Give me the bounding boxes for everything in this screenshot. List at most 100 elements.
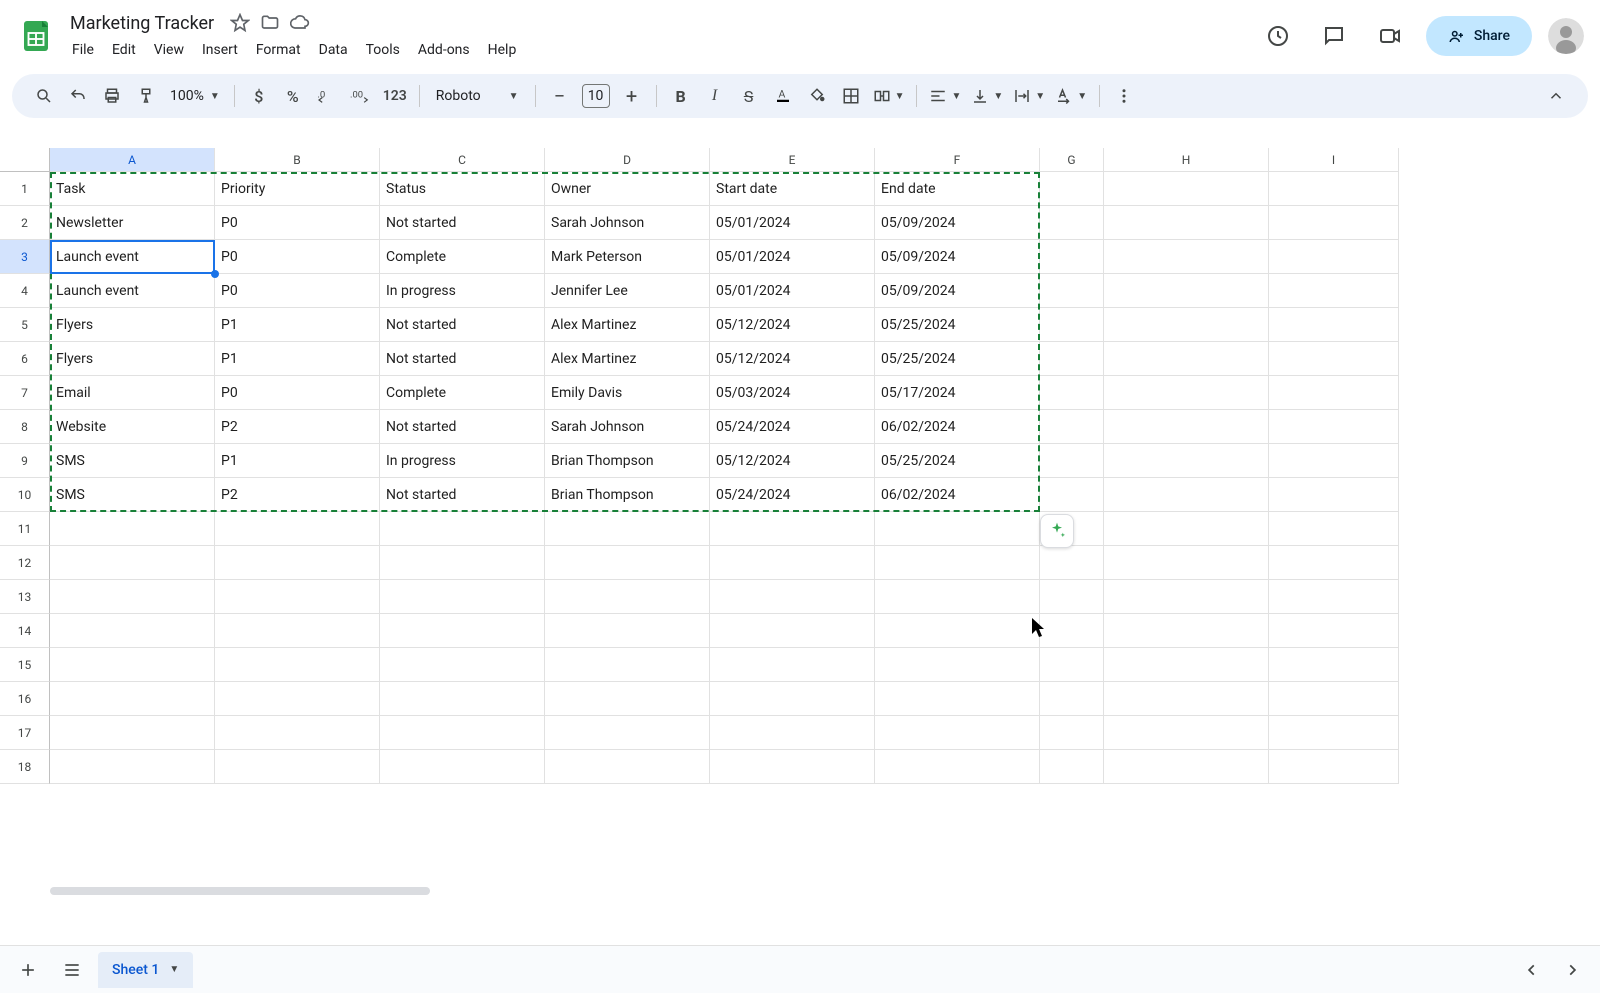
cell[interactable] (1269, 308, 1399, 342)
cell[interactable]: 05/01/2024 (710, 240, 875, 274)
cell[interactable]: SMS (50, 444, 215, 478)
cell[interactable]: Alex Martinez (545, 342, 710, 376)
cell[interactable]: Launch event (50, 240, 215, 274)
cell[interactable]: 05/17/2024 (875, 376, 1040, 410)
cell[interactable] (875, 648, 1040, 682)
sheet-tab-active[interactable]: Sheet 1 ▼ (98, 952, 193, 988)
cell[interactable] (50, 580, 215, 614)
row-header[interactable]: 6 (0, 342, 50, 376)
cell[interactable]: Not started (380, 478, 545, 512)
column-header[interactable]: D (545, 148, 710, 172)
row-header[interactable]: 11 (0, 512, 50, 546)
cell[interactable]: Email (50, 376, 215, 410)
cell[interactable] (1040, 444, 1104, 478)
cell[interactable] (1269, 342, 1399, 376)
cell[interactable] (1040, 240, 1104, 274)
cell[interactable]: 05/01/2024 (710, 274, 875, 308)
column-header[interactable]: B (215, 148, 380, 172)
currency-icon[interactable]: $ (243, 80, 275, 112)
cell[interactable] (1040, 648, 1104, 682)
row-header[interactable]: 10 (0, 478, 50, 512)
cell[interactable] (380, 580, 545, 614)
cell[interactable]: 06/02/2024 (875, 478, 1040, 512)
cell[interactable] (875, 614, 1040, 648)
cell[interactable]: SMS (50, 478, 215, 512)
cell[interactable] (1269, 648, 1399, 682)
cell[interactable]: Complete (380, 240, 545, 274)
borders-icon[interactable] (835, 80, 867, 112)
cell[interactable] (1040, 478, 1104, 512)
number-format-icon[interactable]: 123 (379, 80, 411, 112)
cell[interactable] (545, 580, 710, 614)
cell[interactable] (1104, 716, 1269, 750)
cell[interactable]: 05/25/2024 (875, 444, 1040, 478)
cell[interactable] (50, 716, 215, 750)
collapse-toolbar-icon[interactable] (1540, 80, 1572, 112)
cell[interactable] (50, 546, 215, 580)
meet-icon[interactable] (1370, 16, 1410, 56)
cell[interactable] (1104, 614, 1269, 648)
cell[interactable] (1040, 206, 1104, 240)
cell[interactable] (1040, 580, 1104, 614)
cell[interactable]: Task (50, 172, 215, 206)
column-header[interactable]: A (50, 148, 215, 172)
cell[interactable]: 06/02/2024 (875, 410, 1040, 444)
cell[interactable] (1269, 206, 1399, 240)
cell[interactable] (380, 750, 545, 784)
vertical-align-icon[interactable]: ▼ (967, 80, 1007, 112)
increase-font-icon[interactable]: + (616, 80, 648, 112)
cell[interactable] (1269, 512, 1399, 546)
cell[interactable] (380, 682, 545, 716)
cell[interactable] (1104, 580, 1269, 614)
cell[interactable]: Sarah Johnson (545, 410, 710, 444)
cell[interactable]: 05/12/2024 (710, 342, 875, 376)
undo-icon[interactable] (62, 80, 94, 112)
font-size-input[interactable]: 10 (582, 84, 610, 108)
cell[interactable] (215, 512, 380, 546)
row-header[interactable]: 7 (0, 376, 50, 410)
cell[interactable]: P0 (215, 376, 380, 410)
cell[interactable] (545, 682, 710, 716)
cell[interactable] (875, 750, 1040, 784)
cell[interactable] (710, 682, 875, 716)
horizontal-scrollbar[interactable] (50, 887, 1600, 897)
row-header[interactable]: 3 (0, 240, 50, 274)
row-header[interactable]: 16 (0, 682, 50, 716)
cell[interactable]: Emily Davis (545, 376, 710, 410)
cell[interactable]: 05/09/2024 (875, 274, 1040, 308)
cell[interactable] (1269, 580, 1399, 614)
menu-format[interactable]: Format (248, 38, 309, 62)
cell[interactable] (1269, 478, 1399, 512)
cell[interactable] (1040, 750, 1104, 784)
menu-edit[interactable]: Edit (104, 38, 144, 62)
cell[interactable] (1104, 682, 1269, 716)
cell[interactable] (1040, 274, 1104, 308)
cell[interactable] (215, 750, 380, 784)
cell[interactable] (1104, 648, 1269, 682)
cell[interactable] (1269, 172, 1399, 206)
cloud-saved-icon[interactable] (290, 13, 310, 33)
cell[interactable] (215, 716, 380, 750)
cell[interactable]: Flyers (50, 308, 215, 342)
cell[interactable] (1040, 342, 1104, 376)
merge-cells-icon[interactable]: ▼ (869, 80, 909, 112)
cell[interactable] (545, 546, 710, 580)
row-header[interactable]: 15 (0, 648, 50, 682)
cell[interactable] (215, 648, 380, 682)
cell[interactable]: P1 (215, 342, 380, 376)
cell[interactable] (710, 716, 875, 750)
folder-move-icon[interactable] (260, 13, 280, 33)
cell[interactable] (380, 546, 545, 580)
cell[interactable] (1269, 274, 1399, 308)
column-header[interactable]: E (710, 148, 875, 172)
scroll-sheets-left-icon[interactable] (1514, 952, 1550, 988)
star-icon[interactable] (230, 13, 250, 33)
decrease-font-icon[interactable]: − (544, 80, 576, 112)
cell[interactable]: Launch event (50, 274, 215, 308)
text-rotation-icon[interactable]: ▼ (1051, 80, 1091, 112)
cell[interactable] (215, 546, 380, 580)
cell[interactable]: 05/12/2024 (710, 308, 875, 342)
cell[interactable] (50, 512, 215, 546)
history-icon[interactable] (1258, 16, 1298, 56)
cell[interactable]: Priority (215, 172, 380, 206)
